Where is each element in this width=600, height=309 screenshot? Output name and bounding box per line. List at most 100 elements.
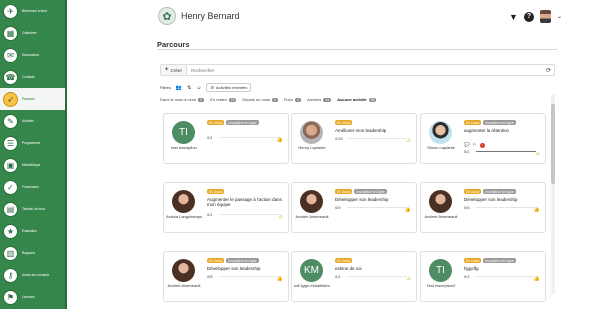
thumbs-up-icon: 👍 — [533, 276, 540, 282]
progress-bar — [476, 150, 536, 152]
card-extras: 💬 ⚐! — [464, 142, 485, 148]
scrollbar-thumb[interactable] — [551, 104, 555, 184]
sidebar-item[interactable]: ➶ Parcours — [0, 88, 67, 110]
progress-bar — [476, 206, 536, 208]
course-card[interactable]: Simon Laplante En cours Inscription en lig… — [420, 113, 546, 164]
status-filter[interactable]: En retard 23 — [210, 97, 237, 102]
type-badge: Inscription en ligne — [483, 258, 516, 263]
course-card[interactable]: TI Test inscription2 En cours Inscription e… — [420, 251, 546, 302]
licence-icon: ⚑ — [3, 289, 18, 305]
sidebar-item[interactable]: ☎ Contacts — [0, 66, 67, 88]
course-title[interactable]: hjgydfg — [464, 266, 540, 271]
sidebar-item[interactable]: ▤ Tableau de bord — [0, 198, 67, 220]
course-title[interactable]: augmenter la rétention — [464, 128, 540, 133]
status-badge: En cours — [335, 120, 353, 125]
course-card[interactable]: Andrée Arseneault En cours Inscription en … — [420, 182, 546, 233]
evaluation-icon: ★ — [3, 223, 18, 239]
course-title[interactable]: Améliorer mon leadership — [335, 128, 411, 133]
sidebar-item-label: Contacts — [22, 75, 35, 79]
progress-bar — [476, 275, 536, 277]
sidebar-item[interactable]: ✓ Formulaires — [0, 176, 67, 198]
sidebar-item-label: Évaluation — [22, 229, 37, 233]
participant-name: test inscription — [171, 145, 197, 150]
warning-icon: ⚠ — [535, 151, 540, 157]
filters-row: Filtres 👥 ⇅ ☺ ☰ Activités récentes — [160, 83, 252, 92]
sidebar-item[interactable]: ✉ Discussions — [0, 44, 67, 66]
sidebar-item[interactable]: ▦ Calendrier — [0, 22, 67, 44]
badges: En cours Inscription en ligne — [464, 258, 516, 263]
sidebar-item[interactable]: ⚷ Accès aux contacts — [0, 264, 67, 286]
sidebar-item[interactable]: ▥ Rapports — [0, 242, 67, 264]
status-badge: En cours — [207, 258, 225, 263]
create-button[interactable]: + Créer — [161, 65, 188, 75]
course-card[interactable]: Anicka Langchamps En cours Augmenter le pa… — [163, 182, 289, 233]
sidebar-item[interactable]: ⚑ Licences — [0, 286, 67, 308]
recent-activities-label: Activités récentes — [216, 85, 248, 90]
course-card[interactable]: KM kdf lglgn mdsbfdsfm En cours estime de s… — [291, 251, 417, 302]
course-card[interactable]: TI test inscription En cours Inscription en… — [163, 113, 289, 164]
progress-text: 0/1 — [464, 274, 470, 279]
status-filter-label: Anciens — [307, 97, 322, 102]
progress-fill — [476, 150, 536, 152]
status-filter-count: 0 — [295, 97, 302, 102]
recent-activities-button[interactable]: ☰ Activités récentes — [206, 83, 252, 92]
sidebar-item[interactable]: ★ Évaluation — [0, 220, 67, 242]
participant-name: Andrée Arseneault — [167, 283, 201, 288]
help-icon[interactable]: ? — [523, 11, 534, 22]
user-filter-icon[interactable]: ☺ — [196, 85, 201, 91]
chevron-down-icon[interactable]: ⌄ — [557, 13, 562, 20]
course-title[interactable]: Développer son leadership — [207, 266, 283, 271]
sidebar-scrollbar[interactable] — [65, 0, 67, 309]
sidebar-item-label: Formulaires — [22, 185, 39, 189]
refresh-icon[interactable]: ⟳ — [543, 67, 554, 74]
sidebar-item[interactable]: ▣ Médiathèque — [0, 154, 67, 176]
activities-icon: ✎ — [3, 113, 18, 129]
status-filter[interactable]: Dans le mois à venir 0 — [160, 97, 205, 102]
forms-icon: ✓ — [3, 179, 18, 195]
sidebar-item[interactable]: ✎ Activités — [0, 110, 67, 132]
course-card[interactable]: Henry Laplante En cours Améliorer mon lead… — [291, 113, 417, 164]
alert-icon: ! — [479, 142, 485, 148]
status-badge: En cours — [464, 258, 482, 263]
status-filter[interactable]: Aucune activité 23 — [337, 97, 377, 102]
type-badge: Inscription en ligne — [226, 258, 259, 263]
avatar[interactable] — [539, 10, 551, 23]
course-title[interactable]: Augmenter le passage à l'action dans mon… — [207, 197, 283, 207]
group-icon[interactable]: 👥 — [176, 85, 182, 91]
avatar — [429, 190, 452, 213]
status-filter-count: 23 — [368, 97, 377, 102]
library-icon: ▣ — [3, 157, 18, 173]
avatar: TI — [172, 121, 195, 144]
sidebar-item[interactable]: ☰ Programmes — [0, 132, 67, 154]
course-title[interactable]: Développer son leadership — [464, 197, 540, 202]
course-card[interactable]: Andrée Arseneault En cours Inscription en … — [163, 251, 289, 302]
type-badge: Inscription en ligne — [483, 189, 516, 194]
sidebar: ✈ Bienvenue à bord ▦ Calendrier ✉ Discussions… — [0, 0, 67, 309]
sidebar-item-label: Activités — [22, 119, 34, 123]
status-filter[interactable]: Anciens 24 — [307, 97, 332, 102]
content-scrollbar[interactable] — [551, 94, 555, 294]
status-badge: En cours — [207, 189, 225, 194]
course-card[interactable]: Andrée Arseneault En cours Inscription en … — [291, 182, 417, 233]
filter-icon[interactable]: ▼ — [509, 12, 518, 22]
badges: En cours Inscription en ligne — [464, 120, 516, 125]
flag-icon: ⚐ — [472, 142, 477, 147]
status-filter[interactable]: Futur 0 — [284, 97, 302, 102]
warning-icon: ⚠ — [406, 276, 411, 282]
status-filter[interactable]: Depuis un mois 0 — [242, 97, 278, 102]
sidebar-item[interactable]: ✈ Bienvenue à bord — [0, 0, 67, 22]
chat-icon[interactable]: 💬 — [464, 142, 470, 148]
status-filter-label: Dans le mois à venir — [160, 97, 197, 102]
progress-text: 0/1 — [207, 212, 213, 217]
status-filter-count: 23 — [228, 97, 237, 102]
participant-name: Test inscription2 — [426, 283, 456, 288]
progress-text: 0/10 — [335, 136, 343, 141]
course-title[interactable]: Développer son leadership — [335, 197, 411, 202]
avatar: TI — [429, 259, 452, 282]
header-actions: ▼ ? ⌄ — [509, 10, 562, 23]
avatar — [172, 259, 195, 282]
sort-icon[interactable]: ⇅ — [187, 85, 191, 91]
status-filter-count: 0 — [271, 97, 278, 102]
course-title[interactable]: estime de soi — [335, 266, 411, 271]
search-input[interactable] — [187, 67, 543, 73]
